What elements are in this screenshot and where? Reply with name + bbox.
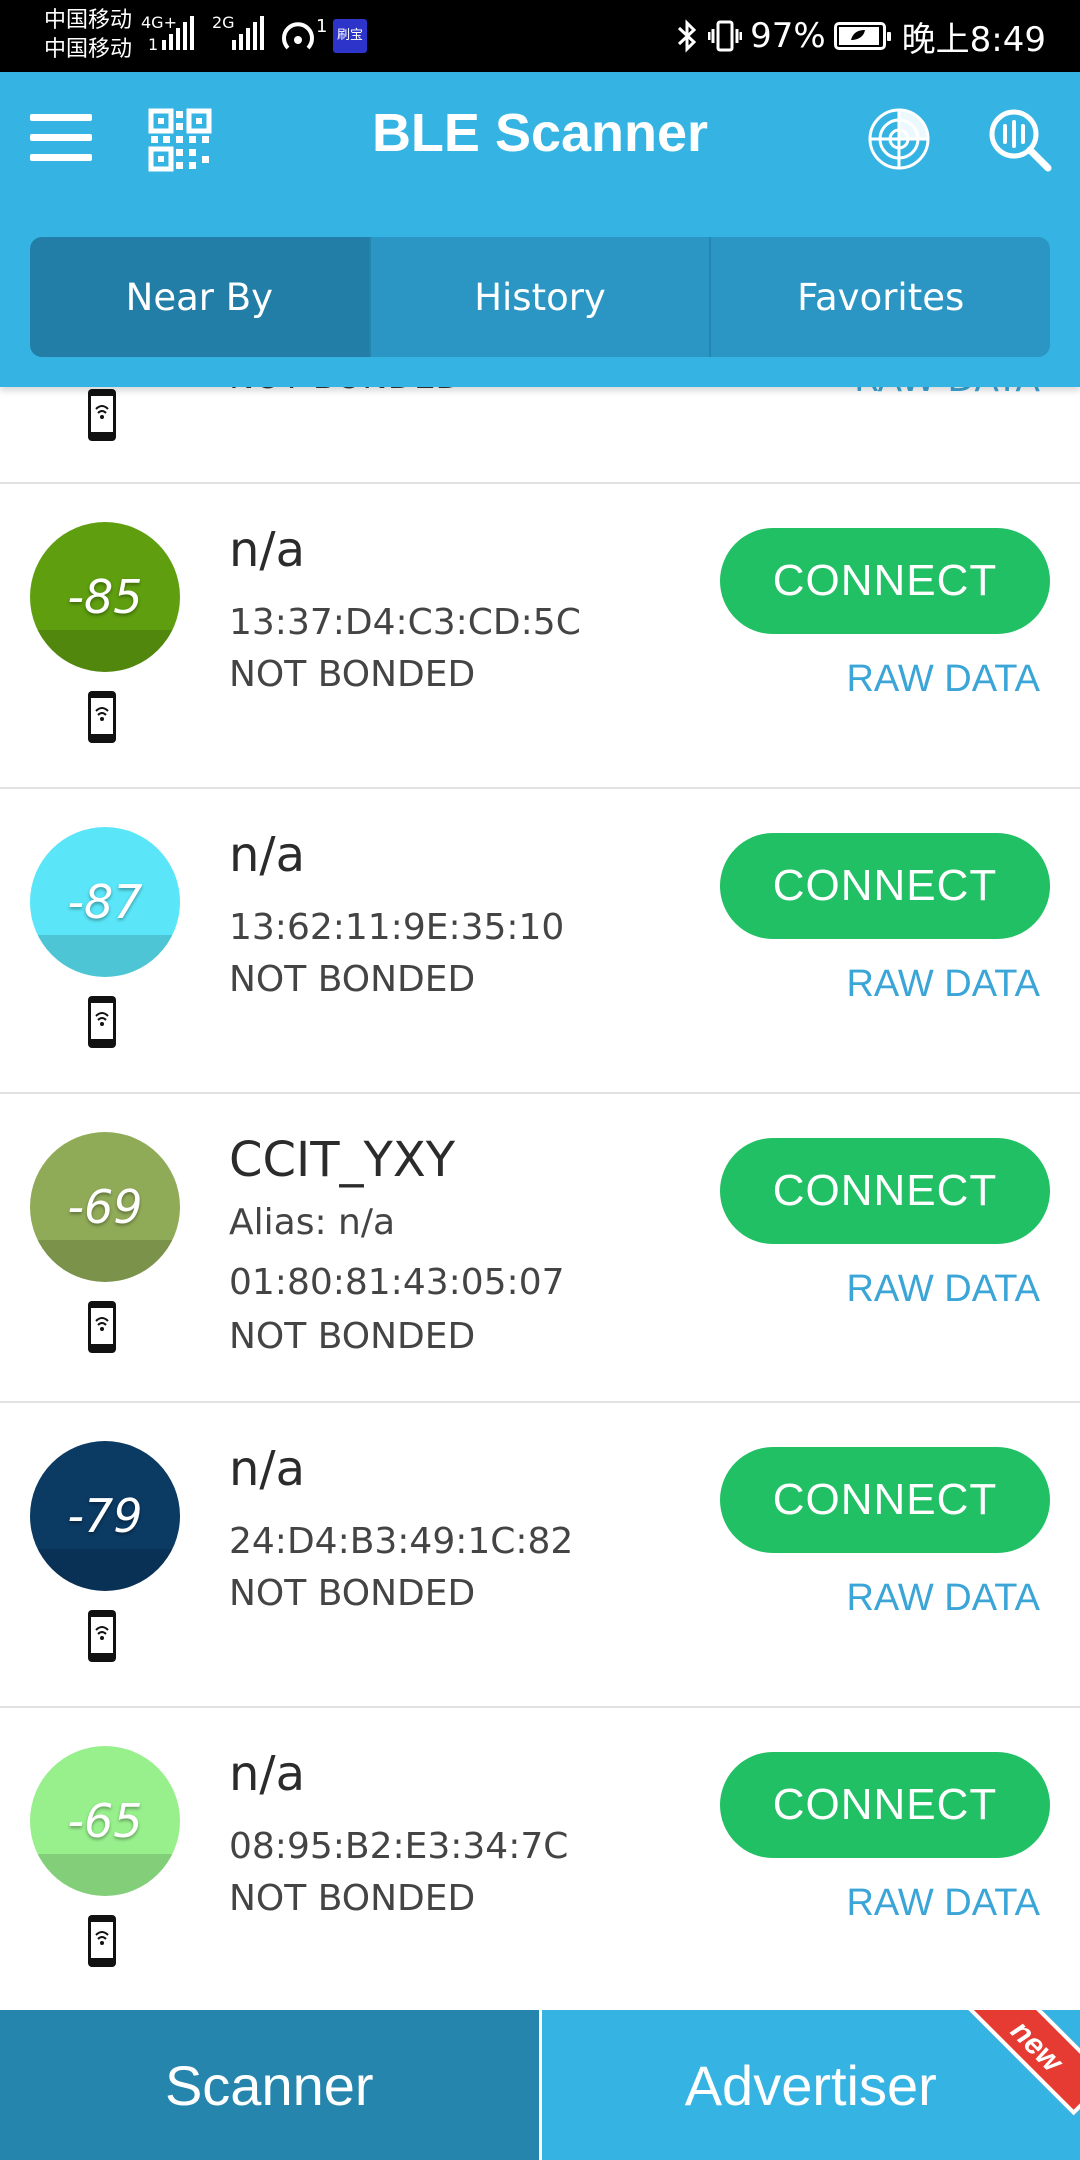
- connect-button[interactable]: CONNECT: [720, 833, 1050, 939]
- device-alias: Alias: n/a: [229, 1202, 396, 1243]
- device-name: CCIT_YXY: [229, 1132, 456, 1188]
- bond-status: NOT BONDED: [229, 387, 462, 397]
- phone-icon: [88, 996, 116, 1048]
- bottom-nav: Scanner Advertiser new: [0, 2010, 1080, 2160]
- vibrate-icon: [708, 20, 743, 52]
- device-name: n/a: [229, 1746, 306, 1802]
- phone-icon: [88, 1610, 116, 1662]
- device-row[interactable]: -79 n/a 24:D4:B3:49:1C:82 NOT BONDED CON…: [0, 1403, 1080, 1708]
- hotspot-count: 1: [316, 16, 328, 37]
- rssi-value: -87: [67, 875, 143, 929]
- device-address: 13:62:11:9E:35:10: [229, 907, 565, 948]
- tab-bar: Near By History Favorites: [30, 237, 1050, 357]
- tab-history[interactable]: History: [368, 237, 710, 357]
- radar-icon[interactable]: [866, 106, 932, 172]
- advertiser-label: Advertiser: [684, 2053, 937, 2117]
- rssi-badge: -65: [30, 1746, 180, 1896]
- carrier-2: 中国移动: [44, 37, 133, 62]
- rssi-badge: -69: [30, 1132, 180, 1282]
- carrier-1: 中国移动: [44, 8, 133, 33]
- scanner-tab[interactable]: Scanner: [0, 2010, 539, 2160]
- raw-data-link[interactable]: RAW DATA: [846, 1268, 1040, 1311]
- battery-icon: [833, 22, 891, 50]
- phone-icon: [88, 1915, 116, 1967]
- raw-data-link[interactable]: RAW DATA: [846, 963, 1040, 1006]
- device-address: 08:95:B2:E3:34:7C: [229, 1826, 569, 1867]
- new-badge: new: [967, 2010, 1080, 2116]
- rssi-value: -85: [67, 570, 143, 624]
- device-row[interactable]: -87 n/a 13:62:11:9E:35:10 NOT BONDED CON…: [0, 789, 1080, 1094]
- bond-status: NOT BONDED: [229, 1878, 476, 1919]
- phone-icon: [88, 389, 116, 441]
- device-row[interactable]: -65 n/a 08:95:B2:E3:34:7C NOT BONDED CON…: [0, 1708, 1080, 2010]
- raw-data-link[interactable]: RAW DATA: [846, 1882, 1040, 1925]
- network-sub-1: 1: [148, 35, 159, 54]
- advertiser-tab[interactable]: Advertiser new: [538, 2010, 1080, 2160]
- bond-status: NOT BONDED: [229, 1573, 476, 1614]
- raw-data-link[interactable]: RAW DATA: [846, 1577, 1040, 1620]
- device-name: n/a: [229, 1441, 306, 1497]
- raw-data-link[interactable]: RAW DATA: [846, 658, 1040, 701]
- status-bar: 中国移动 中国移动 4G+ 1 2G 1 刷宝 97% 晚上8:49: [0, 0, 1080, 72]
- device-row[interactable]: -69 CCIT_YXY Alias: n/a 01:80:81:43:05:0…: [0, 1094, 1080, 1403]
- carrier-names: 中国移动 中国移动: [44, 6, 132, 64]
- raw-data-link[interactable]: RAW DATA: [854, 387, 1040, 400]
- device-address: 24:D4:B3:49:1C:82: [229, 1521, 574, 1562]
- search-icon[interactable]: [986, 106, 1052, 172]
- bond-status: NOT BONDED: [229, 959, 476, 1000]
- device-address: 13:37:D4:C3:CD:5C: [229, 602, 581, 643]
- device-list[interactable]: NOT BONDED RAW DATA -85 n/a 13:37:D4:C3:…: [0, 387, 1080, 2010]
- phone-icon: [88, 691, 116, 743]
- rssi-value: -69: [67, 1180, 143, 1234]
- device-name: n/a: [229, 827, 306, 883]
- hotspot-icon: [282, 22, 314, 50]
- rssi-badge: -87: [30, 827, 180, 977]
- bond-status: NOT BONDED: [229, 1316, 476, 1357]
- connect-button[interactable]: CONNECT: [720, 1752, 1050, 1858]
- bond-status: NOT BONDED: [229, 654, 476, 695]
- app-bar: BLE Scanner Near By History Favorites: [0, 72, 1080, 387]
- rssi-value: -79: [67, 1489, 143, 1543]
- device-name: n/a: [229, 522, 306, 578]
- signal-icon: [162, 16, 194, 50]
- device-address: 01:80:81:43:05:07: [229, 1262, 565, 1303]
- signal-icon-2: [232, 16, 264, 50]
- clock: 晚上8:49: [901, 19, 1046, 60]
- eco-leaf-icon: [850, 30, 865, 40]
- rssi-badge: -79: [30, 1441, 180, 1591]
- phone-icon: [88, 1301, 116, 1353]
- battery-percent: 97%: [750, 16, 826, 56]
- bluetooth-icon: [678, 19, 697, 53]
- tab-favorites[interactable]: Favorites: [709, 237, 1050, 357]
- connect-button[interactable]: CONNECT: [720, 1138, 1050, 1244]
- tab-near-by[interactable]: Near By: [30, 237, 369, 357]
- rssi-badge: -85: [30, 522, 180, 672]
- rssi-value: -65: [67, 1794, 143, 1848]
- connect-button[interactable]: CONNECT: [720, 1447, 1050, 1553]
- device-row[interactable]: -85 n/a 13:37:D4:C3:CD:5C NOT BONDED CON…: [0, 484, 1080, 789]
- connect-button[interactable]: CONNECT: [720, 528, 1050, 634]
- app-notification-badge: 刷宝: [333, 19, 367, 53]
- device-row-partial[interactable]: NOT BONDED RAW DATA: [0, 387, 1080, 484]
